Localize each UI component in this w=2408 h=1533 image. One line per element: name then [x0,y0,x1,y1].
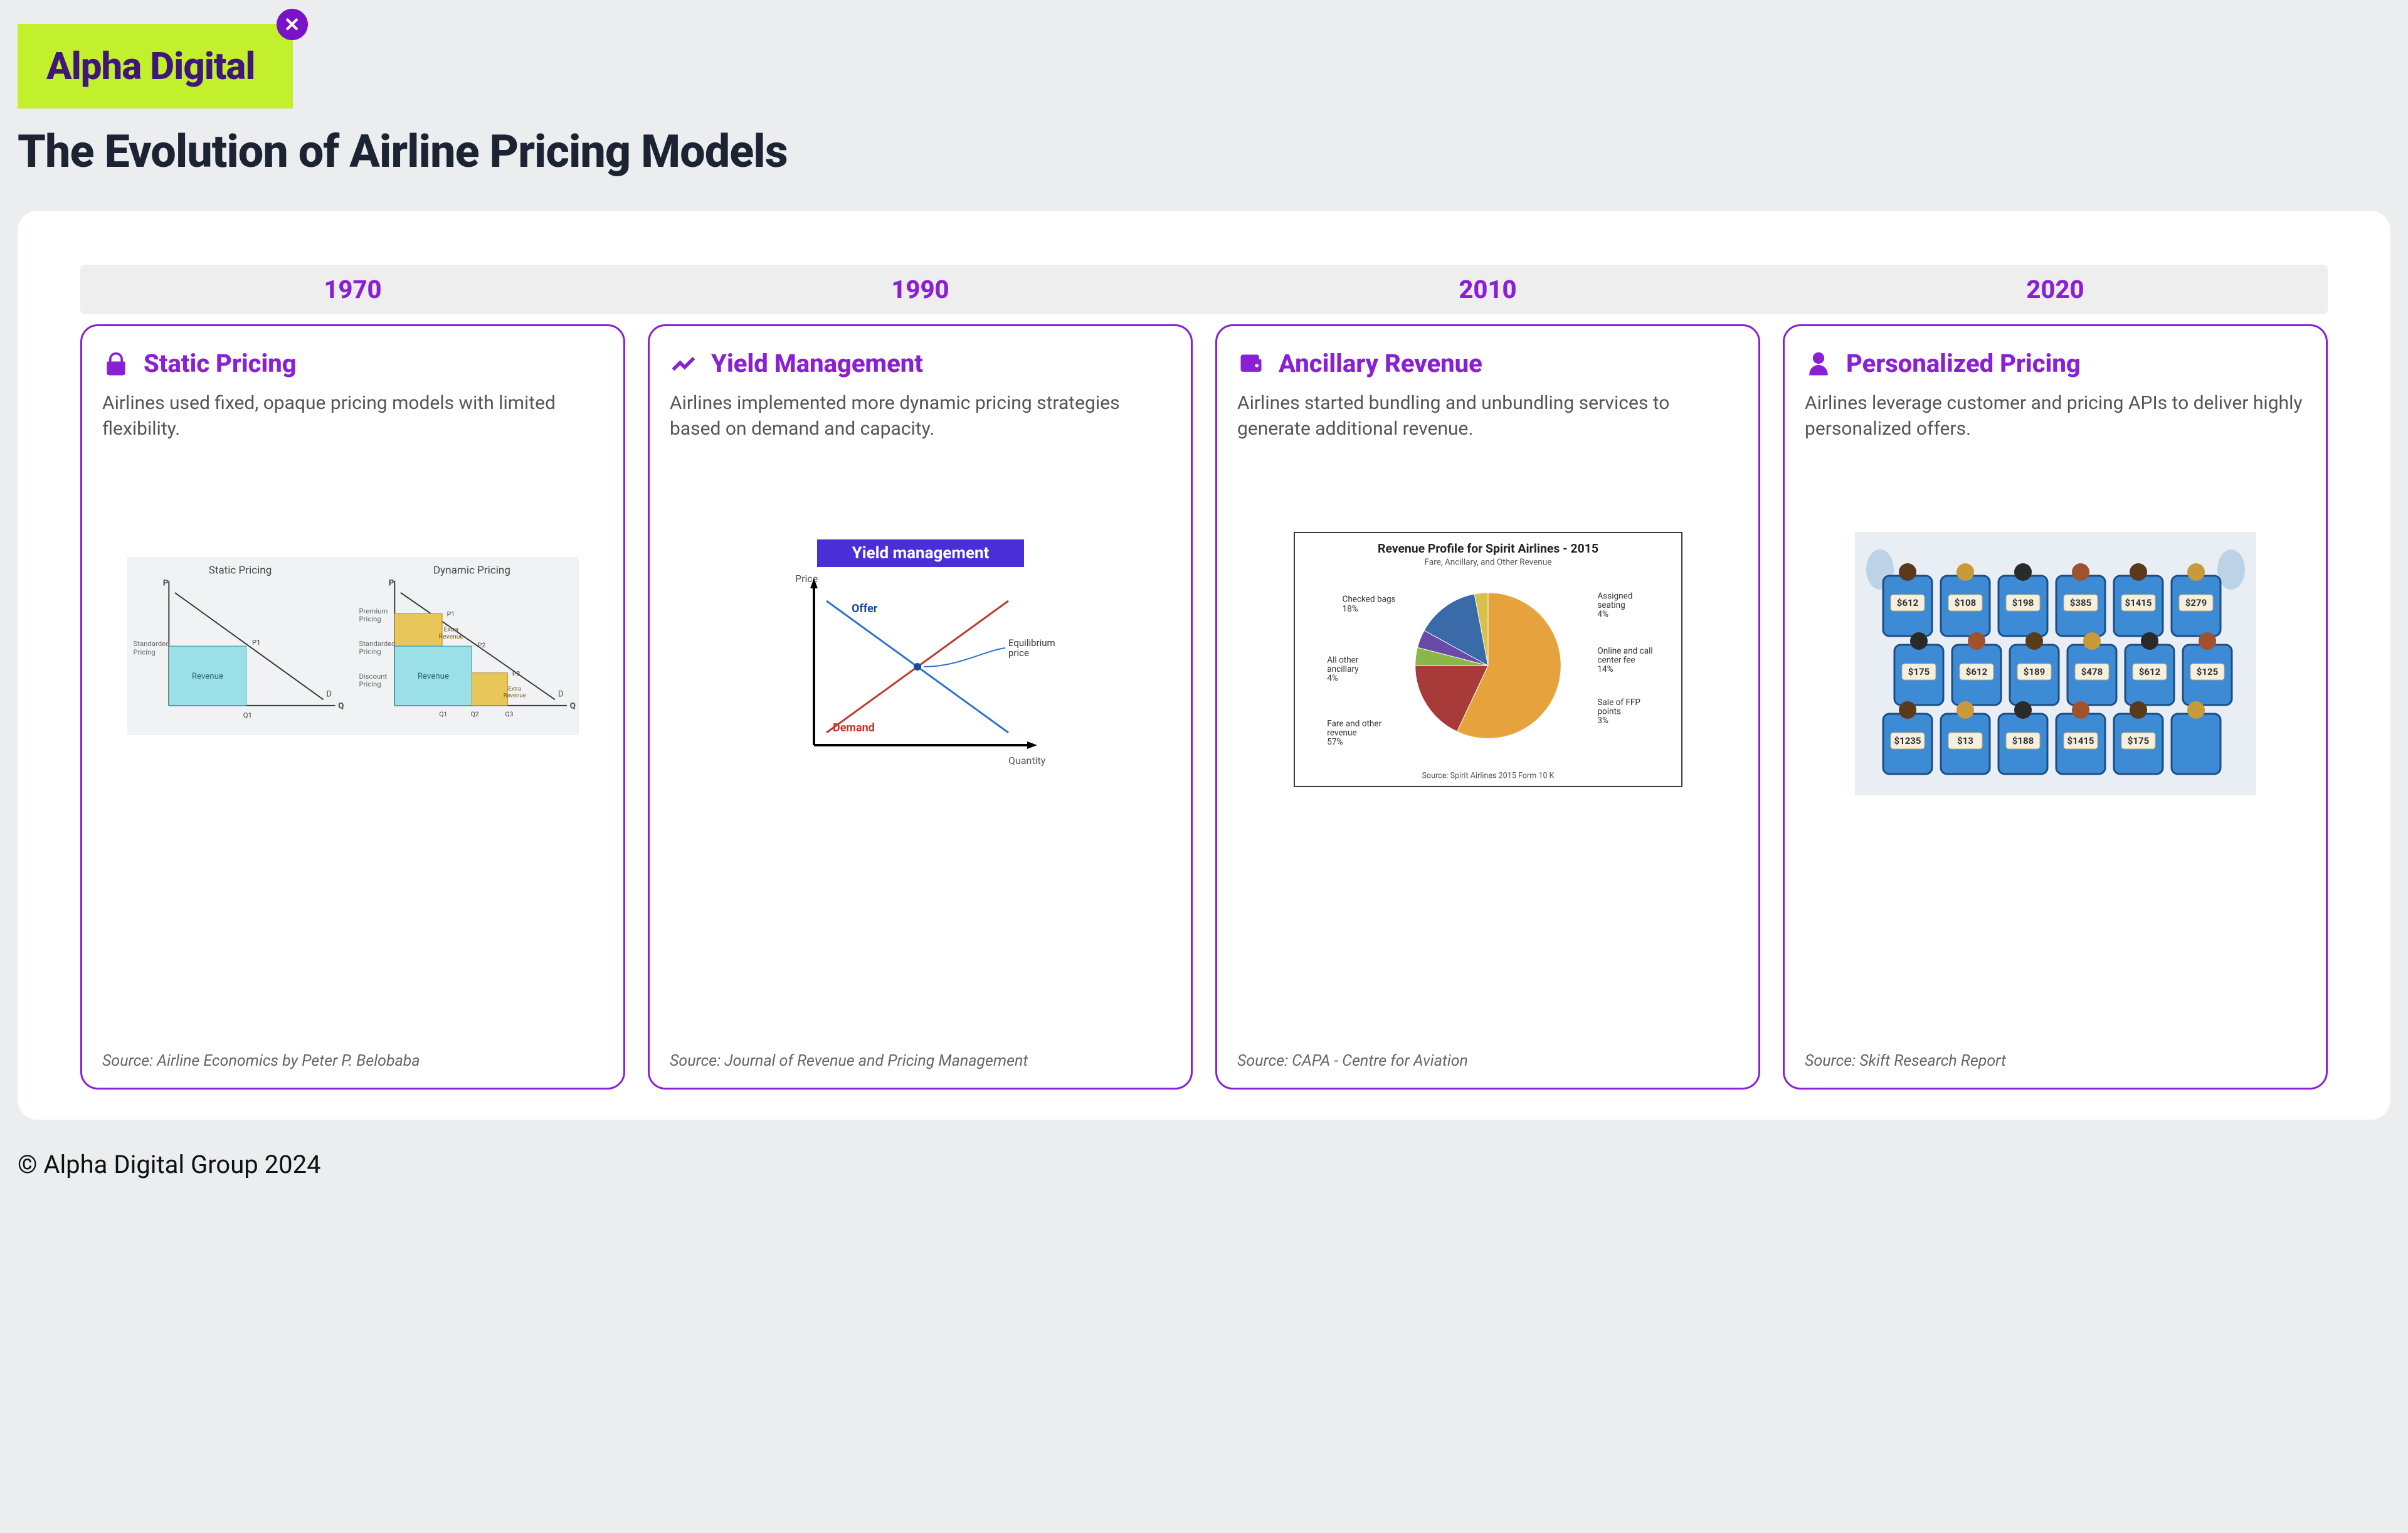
era-source: Source: Airline Economics by Peter P. Be… [102,1052,420,1070]
era-header: Personalized Pricing [1805,349,2306,378]
svg-text:D: D [326,690,332,699]
svg-text:$279: $279 [2185,597,2206,608]
era-source: Source: Journal of Revenue and Pricing M… [670,1052,1028,1070]
era-title: Personalized Pricing [1846,349,2081,378]
brand-name: Alpha Digital [46,44,255,88]
svg-text:Source: Spirit Airlines 2015: Source: Spirit Airlines 2015 Form 10 K [1422,771,1554,780]
era-static-pricing: Static Pricing Airlines used fixed, opaq… [80,324,625,1090]
svg-text:$198: $198 [2012,597,2033,608]
svg-text:$612: $612 [1896,597,1918,608]
svg-text:P1: P1 [446,610,454,618]
svg-text:Fare, Ancillary, and Other Rev: Fare, Ancillary, and Other Revenue [1424,557,1551,567]
svg-text:$1415: $1415 [2067,735,2094,746]
svg-text:Revenue: Revenue [417,672,448,681]
timeline-card: 1970 1990 2010 2020 Static Pricing Airli… [18,211,2390,1120]
svg-text:Q1: Q1 [243,711,251,719]
page-title: The Evolution of Airline Pricing Models [18,125,2390,178]
timeline-year: 2010 [1215,265,1760,314]
era-source: Source: CAPA - Centre for Aviation [1237,1052,1468,1070]
svg-text:$108: $108 [1954,597,1975,608]
timeline-year-row: 1970 1990 2010 2020 [80,265,2328,314]
page-footer: © Alpha Digital Group 2024 [18,1150,2390,1179]
svg-text:Q1: Q1 [439,710,447,718]
person-icon [1805,350,1832,378]
wallet-icon [1237,350,1265,378]
svg-text:$13: $13 [1957,735,1973,746]
era-header: Yield Management [670,349,1171,378]
svg-text:Q3: Q3 [505,710,513,718]
svg-text:$612: $612 [2138,666,2160,677]
era-ancillary-revenue: Ancillary Revenue Airlines started bundl… [1215,324,1760,1090]
svg-text:Static Pricing: Static Pricing [208,565,272,577]
svg-text:P: P [388,578,394,588]
svg-text:P3: P3 [512,669,520,677]
svg-text:$385: $385 [2069,597,2091,608]
svg-text:P2: P2 [477,641,485,649]
era-title: Static Pricing [144,349,297,378]
svg-text:$175: $175 [1908,666,1929,677]
yield-management-figure: Yield management Price Quantity Offer De… [670,532,1171,783]
svg-text:Q: Q [569,702,575,711]
svg-text:$1235: $1235 [1894,735,1921,746]
svg-text:Q: Q [338,702,344,711]
svg-text:$175: $175 [2127,735,2148,746]
era-source: Source: Skift Research Report [1805,1052,2006,1070]
era-desc: Airlines started bundling and unbundling… [1237,391,1738,442]
svg-text:$188: $188 [2012,735,2033,746]
svg-text:Revenue Profile for Spirit Air: Revenue Profile for Spirit Airlines - 20… [1378,541,1598,556]
timeline-year: 1990 [648,265,1193,314]
lock-icon [102,350,130,378]
svg-text:Yield management: Yield management [852,544,989,563]
static-vs-dynamic-chart: Static Pricing P Q D Revenue P1 Standard… [127,557,579,735]
era-title: Ancillary Revenue [1279,349,1482,378]
brand-badge-icon: ✕ [277,9,308,40]
ancillary-pie-figure: Revenue Profile for Spirit Airlines - 20… [1237,532,1738,787]
personalized-pricing-figure: $612 $108 $198 $385 $1415 $279 $175 $612 $189 $47… [1805,532,2306,795]
svg-text:Revenue: Revenue [191,672,223,681]
timeline-year: 2020 [1783,265,2328,314]
era-desc: Airlines leverage customer and pricing A… [1805,391,2306,442]
svg-text:P1: P1 [251,638,260,647]
era-desc: Airlines implemented more dynamic pricin… [670,391,1171,442]
svg-text:Q2: Q2 [470,710,478,718]
svg-text:P: P [162,578,168,588]
era-title: Yield Management [711,349,923,378]
era-personalized-pricing: Personalized Pricing Airlines leverage c… [1783,324,2328,1090]
era-yield-management: Yield Management Airlines implemented mo… [648,324,1193,1090]
svg-text:D: D [557,690,563,699]
era-header: Static Pricing [102,349,603,378]
svg-text:Equilibriumprice: Equilibriumprice [1008,637,1055,659]
brand-logo: Alpha Digital ✕ [18,24,293,109]
svg-text:Quantity: Quantity [1008,755,1046,767]
static-pricing-figure: Static Pricing P Q D Revenue P1 Standard… [102,557,603,735]
svg-text:Demand: Demand [833,721,875,735]
svg-text:$125: $125 [2196,666,2217,677]
era-desc: Airlines used fixed, opaque pricing mode… [102,391,603,442]
trend-icon [670,350,697,378]
svg-text:Dynamic Pricing: Dynamic Pricing [433,565,510,577]
svg-text:$189: $189 [2023,666,2044,677]
svg-text:Offer: Offer [852,602,878,615]
svg-text:$1415: $1415 [2125,597,2152,608]
era-header: Ancillary Revenue [1237,349,1738,378]
svg-text:$612: $612 [1965,666,1987,677]
timeline: Static Pricing Airlines used fixed, opaq… [80,324,2328,1090]
timeline-year: 1970 [80,265,625,314]
svg-text:$478: $478 [2081,666,2102,677]
